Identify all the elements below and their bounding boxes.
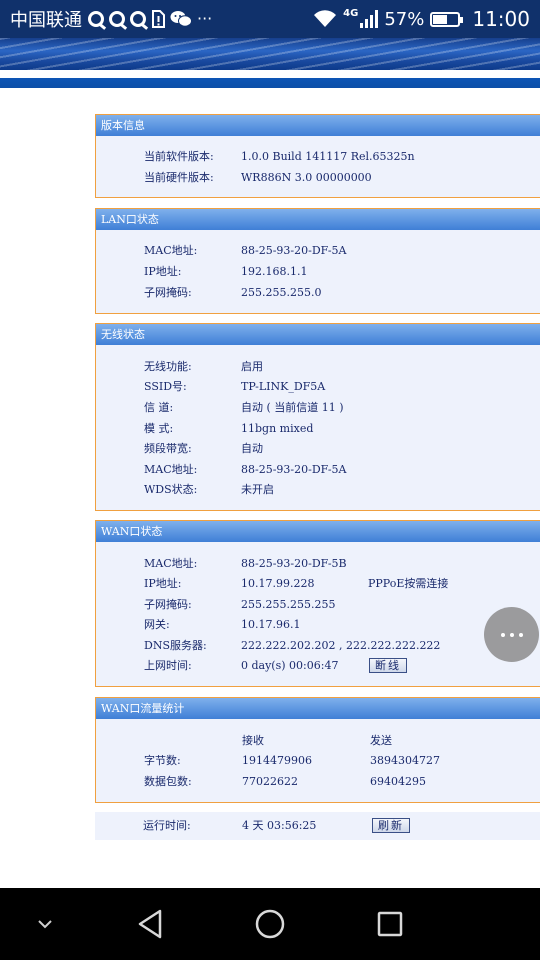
row-label: 网关:	[144, 618, 170, 631]
back-button[interactable]	[130, 888, 170, 960]
connection-type: PPPoE按需连接	[368, 577, 449, 590]
row-label: MAC地址:	[144, 244, 198, 257]
dot	[500, 632, 505, 637]
row-label: WDS状态:	[144, 483, 198, 496]
row-value: 10.17.96.1	[241, 618, 301, 631]
send-column-header: 发送	[370, 734, 392, 747]
home-button[interactable]	[250, 888, 290, 960]
notification-icons: ···	[88, 10, 212, 28]
lan-status-panel: LAN口状态 MAC地址: 88-25-93-20-DF-5A IP地址: 19…	[95, 208, 540, 314]
wechat-icon	[170, 11, 192, 27]
battery-icon	[430, 11, 464, 27]
row-value: 1.0.0 Build 141117 Rel.65325n	[241, 150, 415, 163]
row-value: WR886N 3.0 00000000	[241, 171, 372, 184]
version-info-panel: 版本信息 当前软件版本: 1.0.0 Build 141117 Rel.6532…	[95, 114, 540, 198]
row-value: 11bgn mixed	[241, 422, 314, 435]
dot	[509, 632, 514, 637]
battery-percent: 57%	[384, 8, 425, 30]
row-value: 192.168.1.1	[241, 265, 308, 278]
banner-divider	[0, 70, 540, 88]
hide-navbar-button[interactable]	[25, 888, 65, 960]
panel-title: 无线状态	[96, 324, 540, 345]
router-banner-image	[0, 38, 540, 70]
wireless-status-panel: 无线状态 无线功能: 启用 SSID号: TP-LINK_DF5A 信 道: 自…	[95, 323, 540, 511]
down-chevron-icon	[38, 920, 52, 929]
row-label: SSID号:	[144, 380, 187, 393]
row-label: 当前硬件版本:	[144, 171, 214, 184]
row-value: 自动	[241, 442, 263, 455]
row-value: 88-25-93-20-DF-5A	[241, 244, 347, 257]
row-label: 频段带宽:	[144, 442, 192, 455]
wifi-icon	[314, 10, 337, 27]
more-icon: ···	[197, 9, 213, 28]
recents-button[interactable]	[370, 888, 410, 960]
navigation-bar	[0, 888, 540, 960]
network-type-label: 4G	[343, 7, 359, 19]
wan-status-panel: WAN口状态 MAC地址: 88-25-93-20-DF-5B IP地址: 10…	[95, 520, 540, 687]
row-label: IP地址:	[144, 577, 182, 590]
receive-value: 77022622	[242, 775, 298, 788]
wan-traffic-panel: WAN口流量统计 接收 发送 字节数: 1914479906 389430472…	[95, 697, 540, 803]
row-label: 信 道:	[144, 401, 174, 414]
qq-icon	[88, 11, 104, 27]
disconnect-button[interactable]: 断线	[369, 658, 407, 673]
status-bar: 中国联通 ··· 4G 57% 11:00	[0, 0, 540, 38]
row-value: 未开启	[241, 483, 274, 496]
receive-value: 1914479906	[242, 754, 312, 767]
uptime-value: 4 天 03:56:25	[242, 819, 317, 832]
row-value: 自动 ( 当前信道 11 )	[241, 401, 344, 414]
row-label: 子网掩码:	[144, 286, 192, 299]
dot	[518, 632, 523, 637]
clock: 11:00	[472, 7, 530, 31]
qq-icon	[109, 11, 125, 27]
panel-title: LAN口状态	[96, 209, 540, 230]
panel-title: WAN口流量统计	[96, 698, 540, 719]
receive-column-header: 接收	[242, 734, 264, 747]
row-label: 数据包数:	[144, 775, 192, 788]
row-label: MAC地址:	[144, 557, 198, 570]
panel-title: WAN口状态	[96, 521, 540, 542]
send-value: 69404295	[370, 775, 426, 788]
back-icon	[138, 909, 162, 939]
row-label: DNS服务器:	[144, 639, 207, 652]
row-value: 88-25-93-20-DF-5A	[241, 463, 347, 476]
row-value: 启用	[241, 360, 263, 373]
floating-menu-button[interactable]	[484, 607, 539, 662]
row-label: 上网时间:	[144, 659, 192, 672]
row-value: 88-25-93-20-DF-5B	[241, 557, 347, 570]
recents-icon	[377, 911, 403, 937]
uptime-bar: 运行时间: 4 天 03:56:25 刷新	[95, 812, 540, 840]
sim-alert-icon	[152, 10, 165, 28]
row-label: 模 式:	[144, 422, 174, 435]
qq-icon	[130, 11, 146, 27]
panel-title: 版本信息	[96, 115, 540, 136]
row-value: 10.17.99.228	[241, 577, 315, 590]
row-value: 255.255.255.255	[241, 598, 336, 611]
row-value: TP-LINK_DF5A	[241, 380, 326, 393]
refresh-button[interactable]: 刷新	[372, 818, 410, 833]
signal-icon	[360, 10, 379, 28]
row-value: 222.222.202.202 , 222.222.222.222	[241, 639, 441, 652]
row-label: IP地址:	[144, 265, 182, 278]
send-value: 3894304727	[370, 754, 440, 767]
row-value: 0 day(s) 00:06:47	[241, 659, 339, 672]
row-label: 无线功能:	[144, 360, 192, 373]
row-label: 字节数:	[144, 754, 181, 767]
row-label: MAC地址:	[144, 463, 198, 476]
carrier-name: 中国联通	[10, 10, 82, 31]
home-icon	[255, 909, 285, 939]
row-label: 子网掩码:	[144, 598, 192, 611]
row-value: 255.255.255.0	[241, 286, 322, 299]
uptime-label: 运行时间:	[143, 819, 191, 832]
row-label: 当前软件版本:	[144, 150, 214, 163]
